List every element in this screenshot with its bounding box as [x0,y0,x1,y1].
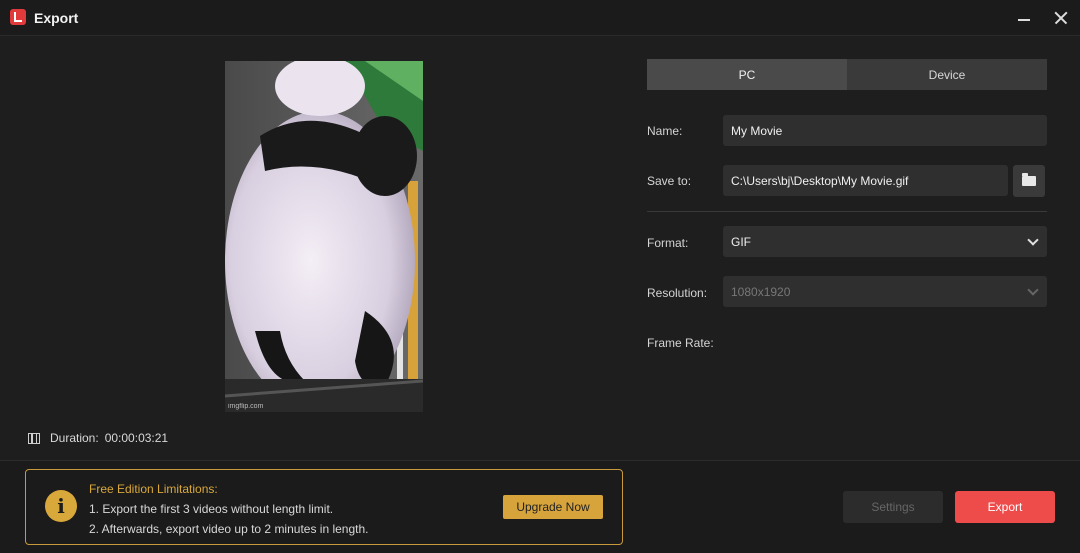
duration-info: Duration: 00:00:03:21 [28,431,168,445]
film-icon [28,432,40,444]
free-edition-notice: i Free Edition Limitations: 1. Export th… [25,469,623,545]
save-to-label: Save to: [647,174,692,188]
duration-label: Duration: [50,431,99,445]
title-bar: Export [0,0,1080,36]
save-path-value: C:\Users\bj\Desktop\My Movie.gif [731,173,909,188]
save-path-field[interactable]: C:\Users\bj\Desktop\My Movie.gif [723,165,1008,196]
name-value: My Movie [731,123,783,138]
watermark-text: imgflip.com [228,403,264,410]
video-preview: imgflip.com [225,61,423,412]
limitations-title: Free Edition Limitations: [89,482,218,496]
preview-area: imgflip.com Duration: 00:00:03:21 [0,37,636,460]
export-button[interactable]: Export [955,491,1055,523]
minimize-icon[interactable] [1010,4,1038,32]
name-label: Name: [647,124,683,138]
tab-pc[interactable]: PC [647,59,847,90]
target-tabs: PC Device [647,59,1047,90]
filmora-logo-icon [10,9,26,25]
panda-thumbnail [225,61,423,412]
limitation-line-2: 2. Afterwards, export video up to 2 minu… [89,522,369,536]
format-select[interactable]: GIF [723,226,1047,257]
close-icon[interactable] [1047,4,1075,32]
divider [647,211,1047,212]
format-label: Format: [647,236,689,250]
tab-device[interactable]: Device [847,59,1047,90]
folder-icon [1022,173,1036,186]
bottom-bar: i Free Edition Limitations: 1. Export th… [0,460,1080,553]
info-icon: i [45,490,77,522]
limitation-line-1: 1. Export the first 3 videos without len… [89,502,334,516]
resolution-label: Resolution: [647,286,708,300]
chevron-down-icon [1027,284,1039,296]
name-field[interactable]: My Movie [723,115,1047,146]
duration-value: 00:00:03:21 [104,431,169,445]
upgrade-now-button[interactable]: Upgrade Now [503,495,603,519]
browse-folder-button[interactable] [1013,165,1045,197]
resolution-value: 1080x1920 [731,284,791,299]
window-title: Export [34,10,79,26]
export-settings-panel: PC Device Name: My Movie Save to: C:\Use… [636,37,1080,460]
settings-button: Settings [843,491,943,523]
chevron-down-icon [1027,234,1039,246]
resolution-select: 1080x1920 [723,276,1047,307]
format-value: GIF [731,234,751,249]
frame-rate-label: Frame Rate: [647,336,714,350]
